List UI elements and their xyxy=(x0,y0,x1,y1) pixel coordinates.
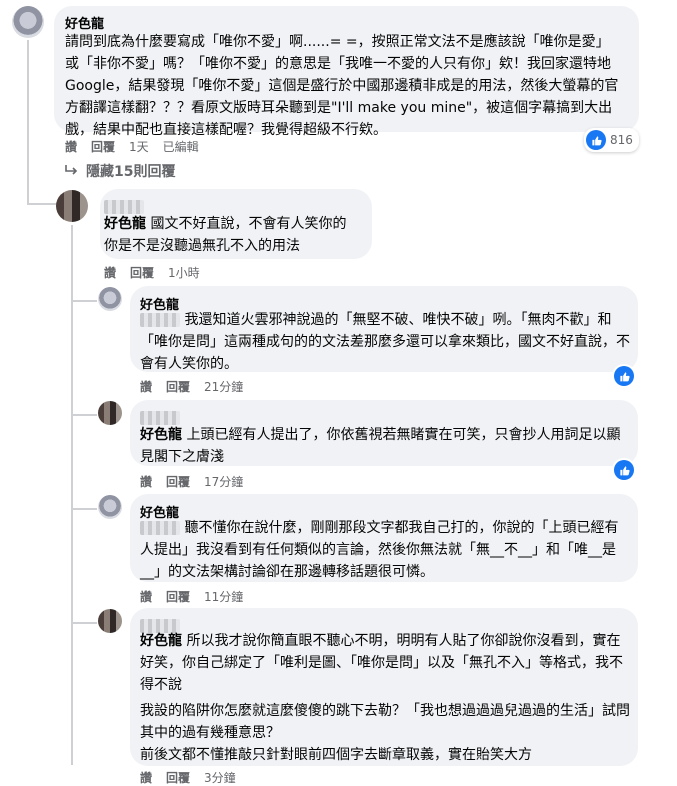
thread-line xyxy=(71,225,73,765)
like-button[interactable]: 讚 xyxy=(140,588,152,605)
like-icon[interactable] xyxy=(614,460,634,480)
mention-redacted[interactable] xyxy=(140,313,180,327)
reply-button[interactable]: 回覆 xyxy=(166,473,190,490)
timestamp[interactable]: 11分鐘 xyxy=(204,588,243,605)
reply-actions: 讚 回覆 17分鐘 xyxy=(140,473,243,490)
reply-actions: 讚 回覆 21分鐘 xyxy=(140,378,243,395)
reply-button[interactable]: 回覆 xyxy=(91,138,115,155)
timestamp[interactable]: 3分鐘 xyxy=(204,769,236,786)
timestamp[interactable]: 17分鐘 xyxy=(204,473,243,490)
reply-text: 好色龍 國文不好直說，不會有人笑你的 你是不是沒聽過無孔不入的用法 xyxy=(104,216,347,254)
timestamp[interactable]: 21分鐘 xyxy=(204,378,243,395)
mention[interactable]: 好色龍 xyxy=(140,633,182,649)
avatar[interactable] xyxy=(56,190,88,222)
reply-text: 我還知道火雲邪神說過的「無堅不破、唯快不破」咧。「無肉不歡」和「唯你是問」這兩種… xyxy=(140,312,630,372)
reply-actions: 讚 回覆 3分鐘 xyxy=(140,769,236,786)
comment-actions: 讚 回覆 1天 已編輯 xyxy=(65,138,199,155)
timestamp[interactable]: 1天 xyxy=(129,138,149,155)
thread-line xyxy=(71,622,97,624)
comment-author[interactable]: 好色龍 xyxy=(65,13,104,32)
avatar[interactable] xyxy=(98,401,122,425)
reply-actions: 讚 回覆 1小時 xyxy=(104,264,200,281)
like-button[interactable]: 讚 xyxy=(140,769,152,786)
thread-line xyxy=(27,203,57,205)
reply-button[interactable]: 回覆 xyxy=(166,769,190,786)
avatar[interactable] xyxy=(98,287,122,311)
reply-actions: 讚 回覆 11分鐘 xyxy=(140,588,243,605)
thread-line xyxy=(71,414,97,416)
hidden-replies-label: 隱藏15則回覆 xyxy=(86,164,176,180)
avatar[interactable] xyxy=(98,495,122,519)
hidden-replies-toggle[interactable]: 隱藏15則回覆 xyxy=(64,161,175,181)
corner-arrow-icon xyxy=(65,165,78,175)
reply-text-continued: 我設的陷阱你怎麼就這麼傻傻的跳下去勒？「我也想過過過兒過過的生活」試問其中的過有… xyxy=(140,703,630,763)
mention[interactable]: 好色龍 xyxy=(140,427,182,443)
thread-line xyxy=(27,40,29,205)
reply-button[interactable]: 回覆 xyxy=(166,588,190,605)
reply-text: 聽不懂你在說什麼，剛剛那段文字都我自己打的，你說的「上頭已經有人提出」我沒看到有… xyxy=(140,520,619,580)
avatar[interactable] xyxy=(98,609,122,633)
like-button[interactable]: 讚 xyxy=(140,378,152,395)
like-button[interactable]: 讚 xyxy=(65,138,77,155)
reply-text: 好色龍 上頭已經有人提出了，你依舊視若無睹實在可笑，只會抄人用詞足以顯見閣下之膚… xyxy=(140,427,621,465)
like-icon[interactable] xyxy=(614,366,634,386)
reaction-summary[interactable]: 816 xyxy=(584,128,639,152)
comment-text: 請問到底為什麼要寫成「唯你不愛」啊......= =，按照正常文法不是應該說「唯… xyxy=(65,34,619,138)
like-icon xyxy=(586,130,606,150)
thread-line xyxy=(71,300,97,302)
reply-text: 好色龍 所以我才說你簡直眼不聽心不明，明明有人貼了你卻說你沒看到，實在好笑，你自… xyxy=(140,633,623,693)
thread-line xyxy=(71,508,97,510)
reply-button[interactable]: 回覆 xyxy=(166,378,190,395)
like-button[interactable]: 讚 xyxy=(104,264,116,281)
like-button[interactable]: 讚 xyxy=(140,473,152,490)
timestamp[interactable]: 1小時 xyxy=(168,264,200,281)
edited-label: 已編輯 xyxy=(162,140,199,154)
mention-redacted[interactable] xyxy=(140,521,180,535)
avatar[interactable] xyxy=(12,6,44,38)
like-count: 816 xyxy=(610,133,633,147)
mention[interactable]: 好色龍 xyxy=(104,216,146,232)
reply-button[interactable]: 回覆 xyxy=(130,264,154,281)
